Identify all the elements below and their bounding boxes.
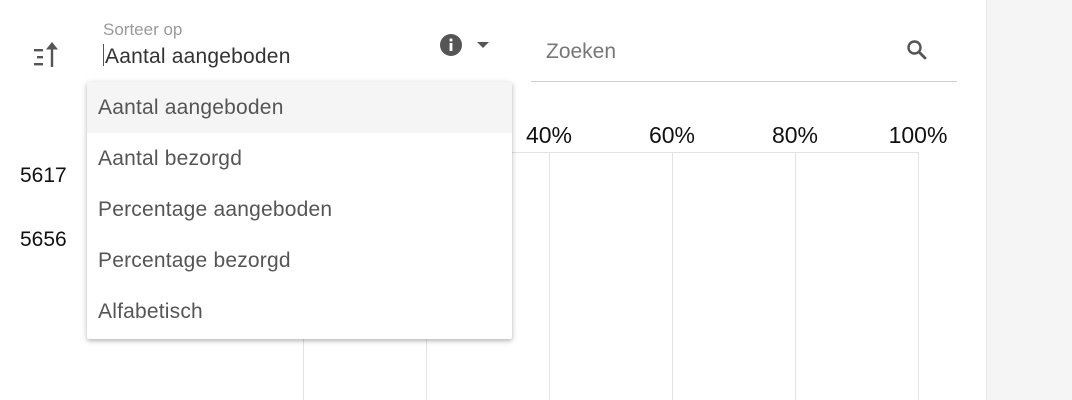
menu-item-aantal-aangeboden[interactable]: Aantal aangeboden [87,82,512,133]
axis-tick-80: 80% [771,122,819,148]
row-label: 5656 [20,228,67,251]
gridline [795,152,796,400]
sort-select-value-text: Aantal aangeboden [105,45,291,68]
search-input[interactable] [546,40,886,64]
arrow-drop-down-icon[interactable] [473,38,493,52]
text-cursor [103,44,104,66]
sort-options-menu: Aantal aangeboden Aantal bezorgd Percent… [87,82,512,339]
gridline [672,152,673,400]
sort-select[interactable]: Sorteer op Aantal aangeboden [87,16,512,83]
gridline [549,152,550,400]
sort-direction-button[interactable] [30,40,66,74]
menu-item-alfabetisch[interactable]: Alfabetisch [87,286,512,337]
menu-item-percentage-bezorgd[interactable]: Percentage bezorgd [87,235,512,286]
search-icon[interactable] [905,38,929,62]
info-icon[interactable] [439,33,463,57]
axis-tick-100: 100% [888,122,948,148]
sort-ascending-icon [34,42,58,67]
sort-select-label: Sorteer op [103,20,183,39]
search-field[interactable] [531,30,957,82]
side-panel [986,0,1072,400]
sort-select-value: Aantal aangeboden [103,44,291,69]
row-label: 5617 [20,164,67,187]
axis-tick-40: 40% [525,122,573,148]
menu-item-percentage-aangeboden[interactable]: Percentage aangeboden [87,184,512,235]
page: Sorteer op Aantal aangeboden 40% 60% [0,0,1072,400]
gridline [918,152,919,400]
menu-item-aantal-bezorgd[interactable]: Aantal bezorgd [87,133,512,184]
axis-tick-60: 60% [648,122,696,148]
